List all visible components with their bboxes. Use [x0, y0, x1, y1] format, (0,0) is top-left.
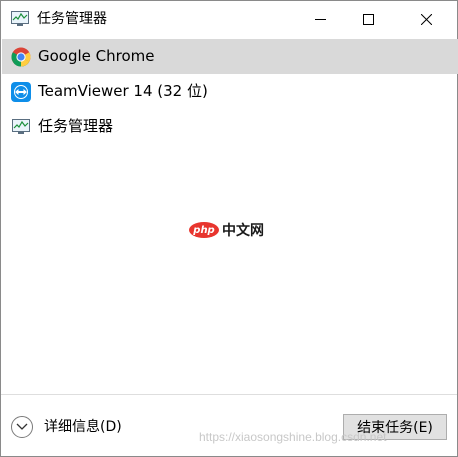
details-toggle[interactable]: 详细信息(D): [11, 415, 122, 439]
task-manager-icon: [11, 11, 29, 27]
details-label: 详细信息(D): [44, 419, 122, 435]
task-manager-icon: [11, 117, 31, 137]
task-label: Google Chrome: [38, 47, 155, 65]
minimize-icon: [314, 18, 326, 20]
task-row-teamviewer[interactable]: TeamViewer 14 (32 位): [2, 74, 458, 109]
chrome-icon: [11, 47, 31, 67]
php-cn-watermark: php 中文网: [189, 219, 264, 241]
maximize-icon: [362, 13, 374, 25]
task-list: Google Chrome TeamViewer 14 (32 位) 任务管理器: [2, 39, 458, 144]
close-button[interactable]: [403, 1, 449, 37]
chevron-down-icon: [11, 416, 33, 438]
php-cn-text: 中文网: [222, 223, 264, 239]
title-bar[interactable]: 任务管理器: [1, 1, 457, 37]
window-title: 任务管理器: [37, 11, 107, 27]
maximize-button[interactable]: [345, 1, 391, 37]
minimize-button[interactable]: [297, 1, 343, 37]
task-label: 任务管理器: [38, 117, 114, 135]
task-row-chrome[interactable]: Google Chrome: [2, 39, 458, 74]
blog-watermark: https://xiaosongshine.blog.csdn.net: [199, 430, 387, 444]
task-label: TeamViewer 14 (32 位): [38, 82, 208, 100]
task-manager-window: 任务管理器 Google Chrome TeamViewer 14 (32 位)…: [0, 0, 458, 457]
footer: 详细信息(D) 结束任务(E): [1, 394, 457, 456]
php-badge: php: [189, 222, 219, 238]
close-icon: [420, 13, 432, 25]
task-row-task-manager[interactable]: 任务管理器: [2, 109, 458, 144]
teamviewer-icon: [11, 82, 31, 102]
